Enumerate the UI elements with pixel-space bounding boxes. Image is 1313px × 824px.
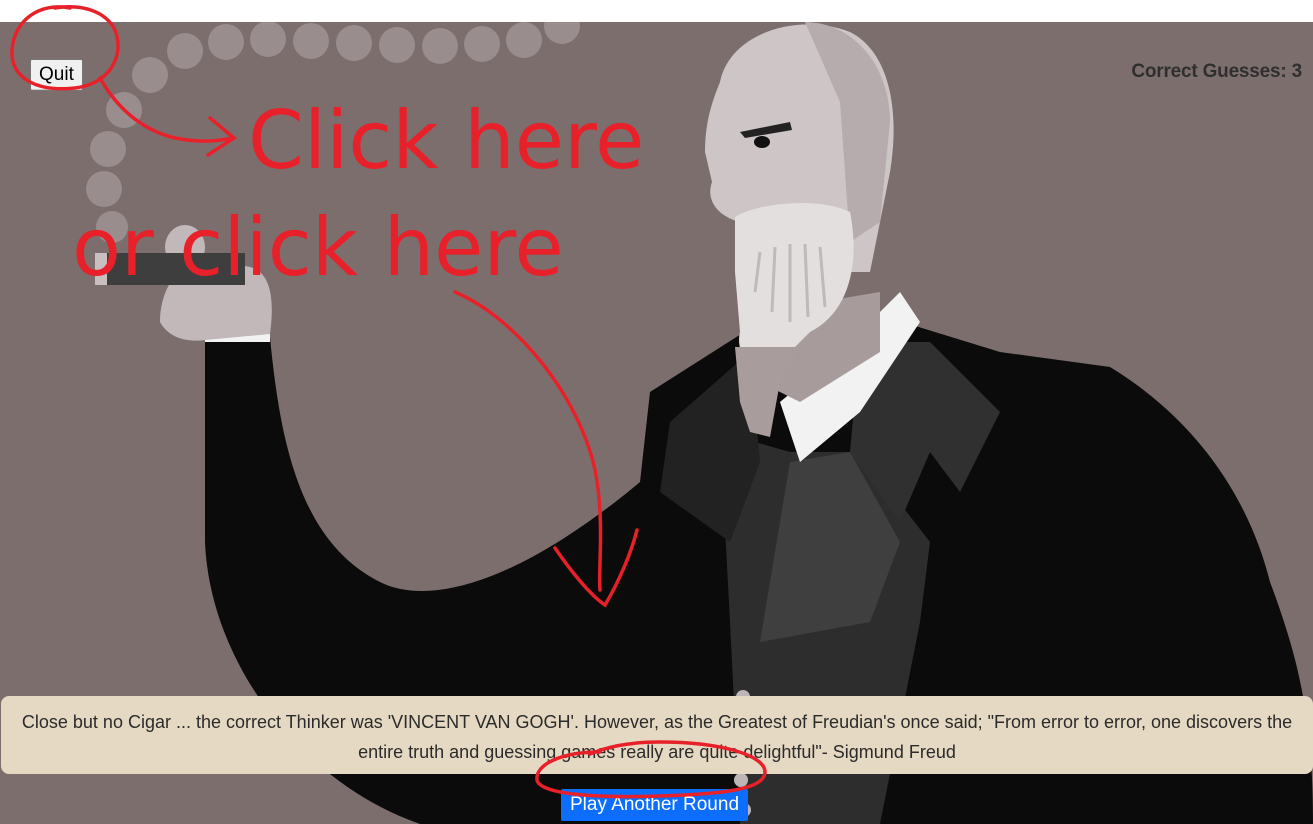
coat-button: [734, 773, 748, 787]
result-message: Close but no Cigar ... the correct Think…: [1, 696, 1313, 774]
score-value: 3: [1291, 61, 1303, 82]
cigar: [95, 253, 245, 285]
result-message-text: Close but no Cigar ... the correct Think…: [21, 712, 1293, 762]
score-display: Correct Guesses: 3: [1131, 61, 1302, 83]
eye: [754, 136, 770, 148]
quit-button[interactable]: Quit: [30, 59, 83, 91]
game-stage: Quit Correct Guesses: 3 Close but no Cig…: [0, 22, 1313, 824]
smoke-puffs: [86, 22, 580, 243]
cigar-ash: [95, 253, 107, 285]
play-another-round-button[interactable]: Play Another Round: [561, 789, 749, 821]
score-label: Correct Guesses:: [1131, 61, 1287, 82]
